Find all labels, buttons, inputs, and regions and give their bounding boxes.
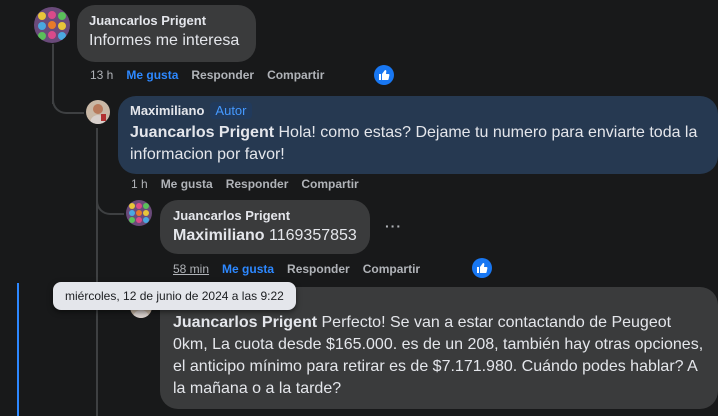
thread-curve-reply-2	[96, 195, 124, 215]
like-reaction-icon[interactable]	[374, 65, 394, 85]
avatar-image-icon	[126, 200, 152, 226]
comment-author[interactable]: Juancarlos Prigent	[89, 13, 244, 28]
comment-bubble-author: Maximiliano Autor Juancarlos Prigent Hola…	[118, 96, 718, 174]
avatar-image-icon	[34, 7, 70, 43]
like-button[interactable]: Me gusta	[222, 262, 274, 276]
comment-bubble: Juancarlos Prigent Informes me interesa	[77, 5, 256, 62]
comment-bubble: Juancarlos Prigent Maximiliano 116935785…	[160, 200, 370, 254]
thumbs-up-icon	[477, 263, 488, 273]
share-button[interactable]: Compartir	[267, 68, 324, 82]
comment-author[interactable]: Juancarlos Prigent	[173, 208, 357, 223]
reply-button[interactable]: Responder	[191, 68, 254, 82]
comment-actions: 13 h Me gusta Responder Compartir	[90, 68, 337, 82]
thumbs-up-icon	[379, 70, 390, 80]
share-button[interactable]: Compartir	[301, 177, 358, 191]
avatar[interactable]	[126, 200, 152, 226]
share-button[interactable]: Compartir	[363, 262, 420, 276]
author-badge: Autor	[210, 102, 252, 119]
comment-text: Informes me interesa	[89, 32, 240, 49]
timestamp-tooltip: miércoles, 12 de junio de 2024 a las 9:2…	[53, 282, 296, 310]
comment-author[interactable]: Maximiliano	[130, 103, 204, 118]
thread-curve-reply-1	[52, 80, 84, 114]
avatar[interactable]	[34, 7, 70, 43]
reply-button[interactable]: Responder	[226, 177, 289, 191]
avatar[interactable]	[86, 100, 110, 124]
like-button[interactable]: Me gusta	[126, 68, 178, 82]
highlight-indicator	[17, 283, 19, 416]
more-options-button[interactable]: ···	[385, 218, 402, 234]
like-reaction-icon[interactable]	[472, 258, 492, 278]
comment-timestamp[interactable]: 1 h	[131, 177, 148, 191]
comment-timestamp[interactable]: 58 min	[173, 262, 209, 276]
like-button[interactable]: Me gusta	[161, 177, 213, 191]
comment-actions: 1 h Me gusta Responder Compartir	[131, 177, 372, 191]
mention-link[interactable]: Juancarlos Prigent	[130, 124, 274, 141]
comment-timestamp[interactable]: 13 h	[90, 68, 113, 82]
avatar-photo-icon	[86, 100, 110, 124]
mention-link[interactable]: Maximiliano	[173, 227, 265, 244]
thread-line-reply	[96, 128, 98, 416]
comment-actions: 58 min Me gusta Responder Compartir	[173, 262, 433, 276]
mention-link[interactable]: Juancarlos Prigent	[173, 314, 317, 331]
reply-button[interactable]: Responder	[287, 262, 350, 276]
comment-text: 1169357853	[264, 227, 357, 244]
